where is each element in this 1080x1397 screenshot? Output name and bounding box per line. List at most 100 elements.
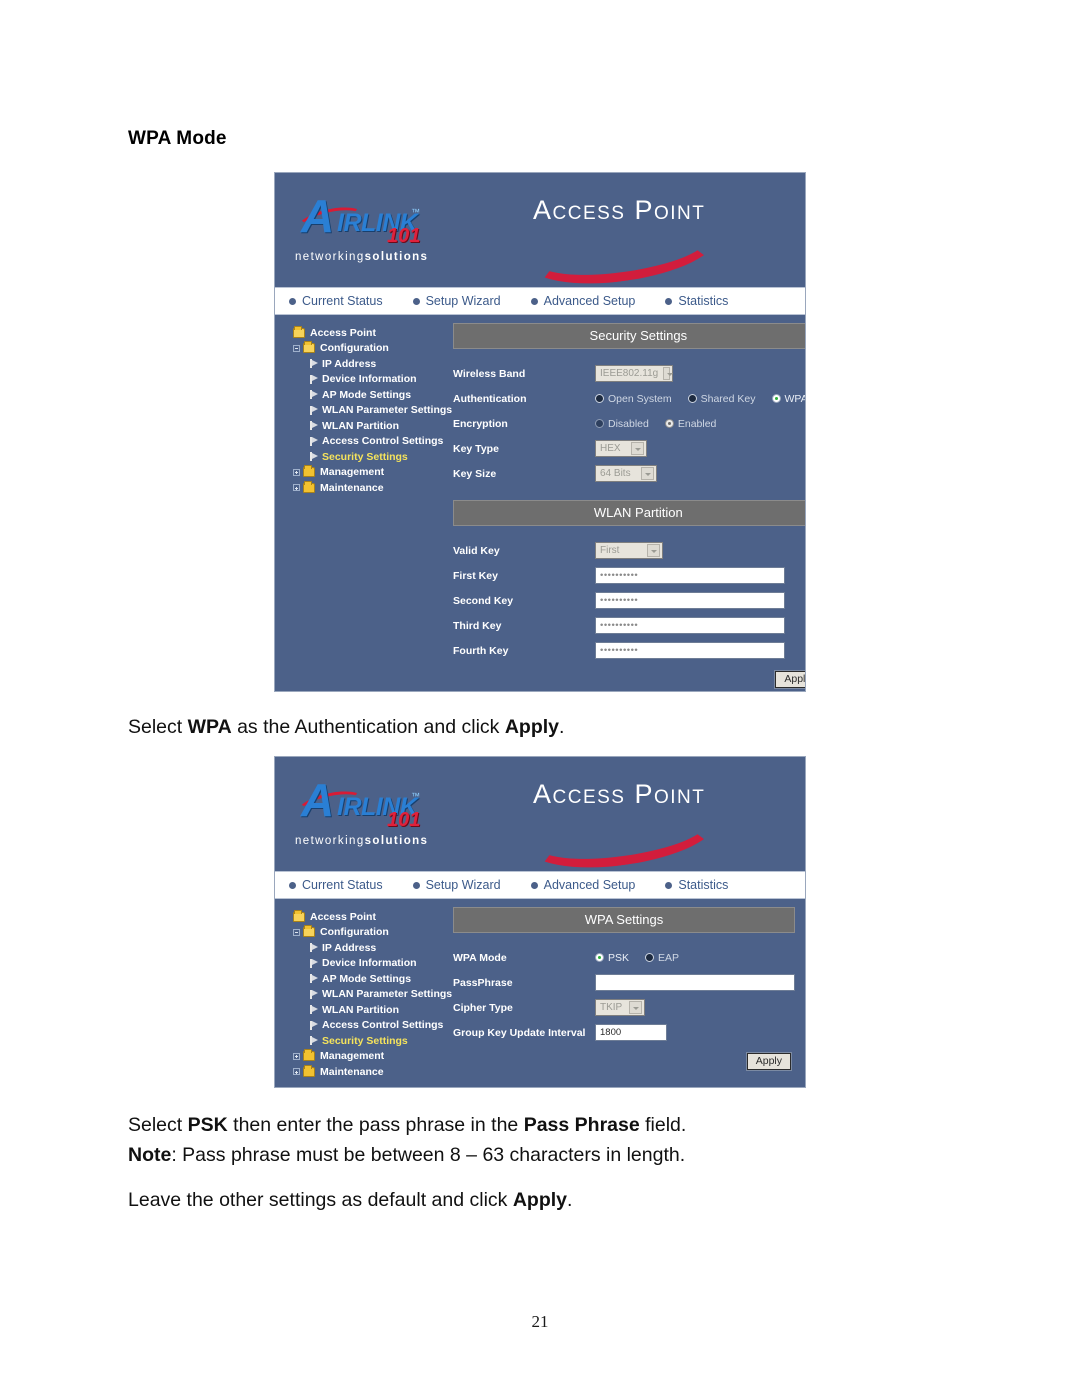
caption-prefix: Select xyxy=(128,716,188,738)
airlink-101-logo: A IRLINK ™ 101 networkingsolutions xyxy=(295,774,460,857)
sidebar-item-ap-mode-settings[interactable]: AP Mode Settings xyxy=(283,387,451,403)
nav-item-statistics[interactable]: Statistics xyxy=(665,294,728,308)
nav-item-advanced-setup[interactable]: Advanced Setup xyxy=(530,294,635,308)
sidebar-item-access-control-settings[interactable]: Access Control Settings xyxy=(283,434,451,450)
field-row-authentication: Authentication Open System Shared Key WP… xyxy=(453,386,805,411)
third-key-input[interactable]: •••••••••• xyxy=(595,617,785,634)
key-size-select[interactable]: 64 Bits xyxy=(595,465,657,482)
sidebar-item-label: AP Mode Settings xyxy=(322,388,412,401)
sidebar-item-maintenance[interactable]: Maintenance xyxy=(283,480,451,496)
sidebar-item-access-control-settings[interactable]: Access Control Settings xyxy=(283,1018,451,1034)
nav-item-statistics[interactable]: Statistics xyxy=(665,878,728,892)
sidebar-item-label: IP Address xyxy=(322,941,377,954)
collapse-toggle-icon[interactable] xyxy=(293,928,300,936)
sidebar-item-label: Maintenance xyxy=(320,481,384,494)
flag-icon xyxy=(309,1036,318,1046)
sidebar-item-access-point[interactable]: Access Point xyxy=(283,325,451,341)
cipher-type-select[interactable]: TKIP xyxy=(595,999,645,1016)
field-control: TKIP xyxy=(595,999,795,1016)
field-control: HEX xyxy=(595,440,805,457)
sidebar-item-device-information[interactable]: Device Information xyxy=(283,372,451,388)
sidebar-item-configuration[interactable]: Configuration xyxy=(283,341,451,357)
collapse-toggle-icon[interactable] xyxy=(293,344,300,352)
nav-item-current-status[interactable]: Current Status xyxy=(289,294,383,308)
key-type-select[interactable]: HEX xyxy=(595,440,647,457)
radio-encryption-enabled[interactable]: Enabled xyxy=(664,418,716,430)
page-number: 21 xyxy=(531,1312,549,1331)
trademark-icon: ™ xyxy=(411,207,420,217)
sidebar-item-label: IP Address xyxy=(322,357,377,370)
sidebar-item-management[interactable]: Management xyxy=(283,465,451,481)
second-key-input[interactable]: •••••••••• xyxy=(595,592,785,609)
radio-shared-key[interactable]: Shared Key xyxy=(687,393,756,405)
radio-label: Open System xyxy=(608,392,672,405)
sidebar-item-security-settings[interactable]: Security Settings xyxy=(283,1033,451,1049)
passphrase-input[interactable] xyxy=(595,974,795,991)
group-key-update-interval-input[interactable]: 1800 xyxy=(595,1024,667,1041)
sidebar-item-security-settings[interactable]: Security Settings xyxy=(283,449,451,465)
expand-toggle-icon[interactable] xyxy=(293,1052,300,1060)
flag-icon xyxy=(309,989,318,999)
apply-button[interactable]: Apply xyxy=(745,1052,793,1071)
sidebar-item-ip-address[interactable]: IP Address xyxy=(283,356,451,372)
sidebar-item-label: Access Control Settings xyxy=(322,435,444,448)
flag-icon xyxy=(309,452,318,462)
sidebar-item-label: Configuration xyxy=(320,926,389,939)
flag-icon xyxy=(309,421,318,431)
radio-psk[interactable]: PSK xyxy=(595,952,629,964)
sidebar-item-maintenance[interactable]: Maintenance xyxy=(283,1064,451,1080)
router-ui-screenshot-wpa-settings: A IRLINK ™ 101 networkingsolutions Acces… xyxy=(274,756,806,1088)
field-label: Key Size xyxy=(453,467,497,480)
nav-item-setup-wizard[interactable]: Setup Wizard xyxy=(412,878,501,892)
radio-encryption-disabled[interactable]: Disabled xyxy=(595,418,649,430)
logo-101: 101 xyxy=(387,225,421,247)
radio-wpa[interactable]: WPA xyxy=(771,393,805,405)
apply-button[interactable]: Apply xyxy=(774,670,805,689)
radio-open-system[interactable]: Open System xyxy=(595,393,672,405)
wireless-band-select[interactable]: IEEE802.11g xyxy=(595,365,673,382)
sidebar-item-device-information[interactable]: Device Information xyxy=(283,956,451,972)
radio-eap[interactable]: EAP xyxy=(645,952,679,964)
field-control: •••••••••• xyxy=(595,642,805,659)
field-control: •••••••••• xyxy=(595,592,805,609)
section-header-security-settings: Security Settings xyxy=(453,323,805,349)
flag-icon xyxy=(309,405,318,415)
sidebar-item-wlan-parameter-settings[interactable]: WLAN Parameter Settings xyxy=(283,987,452,1003)
settings-content: Security Settings Wireless Band IEEE802.… xyxy=(451,323,805,689)
expand-toggle-icon[interactable] xyxy=(293,484,300,492)
field-row-group-key-update-interval: Group Key Update Interval 1800 xyxy=(453,1020,795,1045)
sidebar-item-wlan-partition[interactable]: WLAN Partition xyxy=(283,1002,451,1018)
logo-tagline: networkingsolutions xyxy=(295,835,428,847)
field-control: PSK EAP xyxy=(595,952,795,964)
caption-bold-apply: Apply xyxy=(512,1189,567,1211)
expand-toggle-icon[interactable] xyxy=(293,1068,300,1076)
sidebar-item-label: Device Information xyxy=(322,373,417,386)
first-key-input[interactable]: •••••••••• xyxy=(595,567,785,584)
sidebar-item-label: WLAN Parameter Settings xyxy=(322,404,453,417)
nav-item-current-status[interactable]: Current Status xyxy=(289,878,383,892)
expand-toggle-icon[interactable] xyxy=(293,468,300,476)
field-label: PassPhrase xyxy=(453,976,513,989)
sidebar-item-management[interactable]: Management xyxy=(283,1049,451,1065)
sidebar-item-label: WLAN Partition xyxy=(322,1003,399,1016)
valid-key-select[interactable]: First xyxy=(595,542,663,559)
field-row-third-key: Third Key •••••••••• xyxy=(453,613,805,638)
sidebar-item-label: AP Mode Settings xyxy=(322,972,412,985)
sidebar-item-wlan-partition[interactable]: WLAN Partition xyxy=(283,418,451,434)
radio-label: PSK xyxy=(608,951,630,964)
sidebar-item-configuration[interactable]: Configuration xyxy=(283,925,451,941)
logo-letter-a: A xyxy=(301,774,334,826)
nav-label: Statistics xyxy=(678,878,729,892)
nav-item-advanced-setup[interactable]: Advanced Setup xyxy=(530,878,635,892)
sidebar-item-wlan-parameter-settings[interactable]: WLAN Parameter Settings xyxy=(283,403,453,419)
sidebar-item-label: Configuration xyxy=(320,342,389,355)
nav-item-setup-wizard[interactable]: Setup Wizard xyxy=(412,294,501,308)
sidebar-item-access-point[interactable]: Access Point xyxy=(283,909,451,925)
apply-row: Apply xyxy=(453,670,805,689)
sidebar-item-ap-mode-settings[interactable]: AP Mode Settings xyxy=(283,971,451,987)
select-value: 64 Bits xyxy=(600,468,631,479)
folder-icon xyxy=(303,480,315,493)
fourth-key-input[interactable]: •••••••••• xyxy=(595,642,785,659)
sidebar-item-ip-address[interactable]: IP Address xyxy=(283,940,451,956)
field-row-passphrase: PassPhrase xyxy=(453,970,795,995)
